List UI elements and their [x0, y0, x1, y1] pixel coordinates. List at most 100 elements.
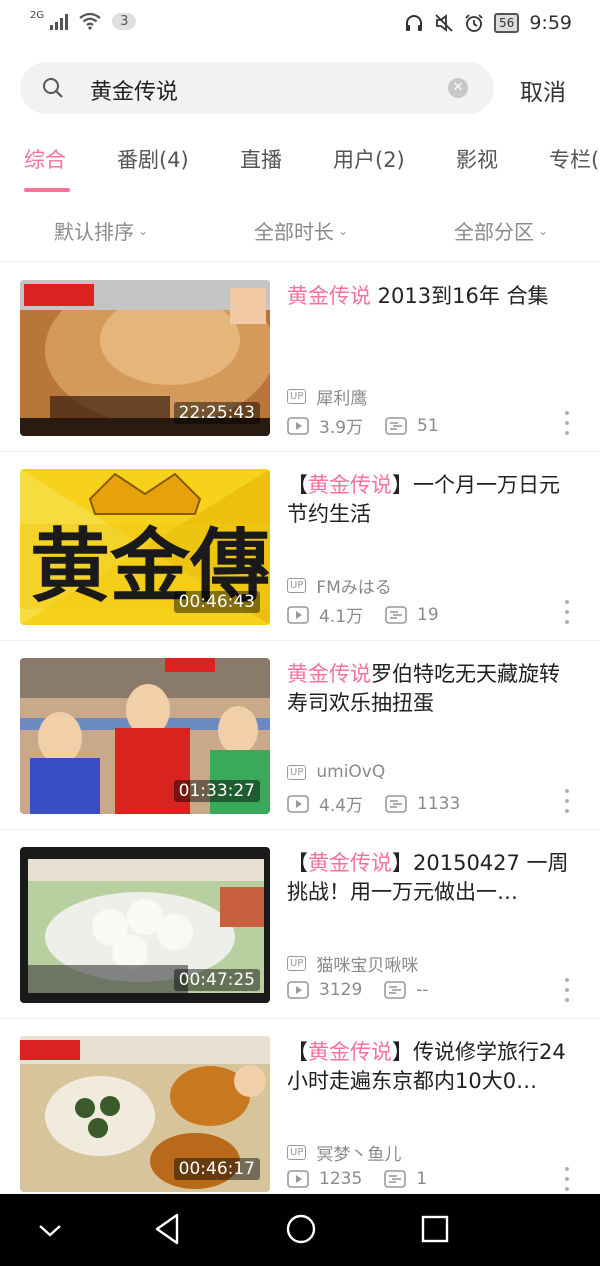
uploader-name: 猫咪宝贝啾咪	[316, 956, 419, 976]
more-options-icon[interactable]	[564, 978, 570, 1002]
hide-keyboard-icon[interactable]	[36, 1218, 64, 1242]
video-title[interactable]: 【黄金传说】一个月一万日元节约生活	[287, 471, 577, 529]
active-tab-indicator	[24, 188, 70, 192]
back-icon[interactable]	[152, 1212, 182, 1246]
tab-movies[interactable]: 影视	[456, 144, 498, 174]
danmaku-count-value: --	[416, 980, 429, 1000]
sort-filter[interactable]: 默认排序 ⌄	[54, 216, 148, 245]
video-stats: 1235 1	[287, 1169, 449, 1189]
video-title[interactable]: 黄金传说 2013到16年 合集	[287, 282, 577, 311]
video-duration: 01:33:27	[173, 780, 260, 802]
danmaku-icon	[384, 981, 407, 999]
title-suffix: 2013到16年 合集	[371, 284, 549, 308]
video-thumbnail[interactable]: 00:46:17	[20, 1036, 270, 1192]
search-row: 黄金传说 ✕ 取消	[0, 62, 600, 116]
play-count-icon	[287, 981, 309, 999]
home-icon[interactable]	[284, 1212, 318, 1246]
video-thumbnail[interactable]: 黄金傳 00:46:43	[20, 469, 270, 625]
title-prefix: 【	[287, 1040, 308, 1064]
play-count-icon	[287, 605, 309, 624]
title-keyword: 黄金传说	[308, 1040, 392, 1064]
category-filter[interactable]: 全部分区 ⌄	[454, 216, 548, 245]
uploader[interactable]: UP 冥梦丶鱼儿	[287, 1140, 401, 1165]
chevron-down-icon: ⌄	[338, 223, 349, 238]
danmaku-count: --	[384, 980, 429, 1000]
chevron-down-icon: ⌄	[138, 223, 149, 238]
tab-articles[interactable]: 专栏(	[549, 144, 599, 174]
up-badge-icon: UP	[287, 764, 307, 780]
view-count: 1235	[287, 1169, 362, 1189]
up-badge-icon: UP	[287, 578, 307, 593]
danmaku-count: 51	[385, 416, 439, 436]
uploader-name: FMみはる	[316, 578, 392, 598]
title-keyword: 黄金传说	[287, 284, 371, 308]
video-stats: 4.1万 19	[287, 602, 461, 627]
signal-icon	[50, 14, 69, 30]
uploader[interactable]: UP 犀利鹰	[287, 384, 367, 409]
danmaku-icon	[385, 605, 407, 624]
danmaku-icon	[384, 1170, 407, 1188]
notification-count-badge: 3	[112, 12, 137, 30]
video-result[interactable]: 22:25:43 黄金传说 2013到16年 合集 UP 犀利鹰 3.9万 51	[0, 263, 600, 452]
up-badge-icon: UP	[287, 389, 307, 404]
status-right: 56 9:59	[404, 12, 572, 34]
tab-users[interactable]: 用户(2)	[333, 144, 405, 174]
filter-bar: 默认排序 ⌄ 全部时长 ⌄ 全部分区 ⌄	[0, 208, 600, 262]
video-thumbnail[interactable]: 00:47:25	[20, 847, 270, 1003]
more-options-icon[interactable]	[564, 1167, 570, 1191]
more-options-icon[interactable]	[564, 600, 570, 624]
status-bar: 2G 3 56 9:59	[0, 0, 600, 50]
clock: 9:59	[529, 12, 572, 34]
search-query: 黄金传说	[90, 80, 179, 105]
video-thumbnail[interactable]: 22:25:43	[20, 280, 270, 436]
uploader-name: 冥梦丶鱼儿	[316, 1145, 402, 1165]
recents-icon[interactable]	[420, 1214, 450, 1244]
danmaku-count-value: 51	[417, 415, 439, 436]
video-result[interactable]: 黄金傳 00:46:43 【黄金传说】一个月一万日元节约生活 UP FMみはる …	[0, 452, 600, 641]
title-prefix: 【	[287, 473, 308, 497]
video-result[interactable]: 00:47:25 【黄金传说】20150427 一周挑战！用一万元做出一… UP…	[0, 830, 600, 1019]
up-badge-icon: UP	[287, 956, 307, 971]
more-options-icon[interactable]	[564, 789, 570, 813]
video-title[interactable]: 【黄金传说】20150427 一周挑战！用一万元做出一…	[287, 849, 577, 907]
clear-icon[interactable]: ✕	[448, 78, 468, 98]
wifi-icon	[79, 12, 101, 30]
result-list: 22:25:43 黄金传说 2013到16年 合集 UP 犀利鹰 3.9万 51	[0, 263, 600, 1208]
view-count: 3129	[287, 980, 362, 1000]
status-left: 2G 3	[30, 10, 137, 30]
category-filter-label: 全部分区	[454, 220, 534, 244]
video-stats: 4.4万 1133	[287, 791, 482, 816]
search-input[interactable]: 黄金传说 ✕	[20, 62, 494, 114]
play-count-icon	[287, 416, 309, 435]
video-duration: 22:25:43	[173, 402, 260, 424]
video-result[interactable]: 01:33:27 黄金传说罗伯特吃无天藏旋转寿司欢乐抽扭蛋 UP umiOvQ …	[0, 641, 600, 830]
video-thumbnail[interactable]: 01:33:27	[20, 658, 270, 814]
danmaku-count-value: 1	[416, 1169, 428, 1189]
uploader[interactable]: UP 猫咪宝贝啾咪	[287, 951, 418, 976]
duration-filter[interactable]: 全部时长 ⌄	[254, 216, 348, 245]
tab-all[interactable]: 综合	[24, 144, 66, 174]
danmaku-count-value: 1133	[417, 793, 461, 814]
danmaku-count-value: 19	[417, 604, 439, 625]
tab-live[interactable]: 直播	[240, 144, 282, 174]
video-result[interactable]: 00:46:17 【黄金传说】传说修学旅行24小时走遍东京都内10大0… UP …	[0, 1019, 600, 1208]
uploader[interactable]: UP umiOvQ	[287, 762, 385, 782]
title-keyword: 黄金传说	[308, 473, 392, 497]
result-tabs: 综合 番剧(4) 直播 用户(2) 影视 专栏(	[0, 138, 600, 194]
mute-icon	[435, 14, 453, 32]
cancel-button[interactable]: 取消	[520, 73, 566, 107]
video-duration: 00:46:17	[173, 1158, 260, 1180]
up-badge-icon: UP	[287, 1145, 307, 1160]
alarm-icon	[465, 14, 483, 32]
view-count-value: 3129	[319, 980, 363, 1000]
uploader-name: 犀利鹰	[316, 389, 368, 409]
more-options-icon[interactable]	[564, 411, 570, 435]
view-count-value: 4.1万	[319, 607, 364, 627]
headphones-icon	[406, 15, 423, 31]
view-count: 4.1万	[287, 602, 363, 627]
video-title[interactable]: 黄金传说罗伯特吃无天藏旋转寿司欢乐抽扭蛋	[287, 660, 577, 718]
uploader[interactable]: UP FMみはる	[287, 573, 392, 598]
uploader-name: umiOvQ	[316, 762, 386, 782]
video-title[interactable]: 【黄金传说】传说修学旅行24小时走遍东京都内10大0…	[287, 1038, 577, 1096]
tab-bangumi[interactable]: 番剧(4)	[117, 144, 189, 174]
